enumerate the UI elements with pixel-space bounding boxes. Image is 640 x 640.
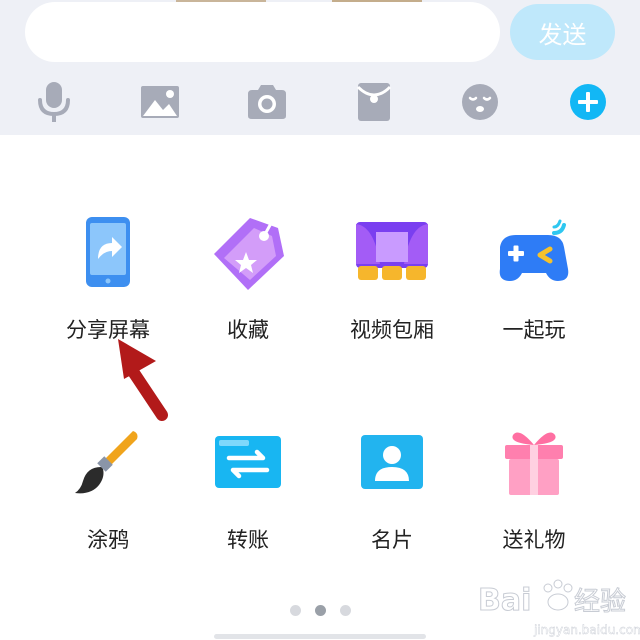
home-indicator (214, 634, 426, 639)
business-card-icon (352, 422, 432, 502)
red-packet-icon[interactable] (352, 80, 396, 124)
microphone-icon[interactable] (32, 80, 76, 124)
grid-item-label: 视频包厢 (350, 318, 434, 342)
grid-item-label: 送礼物 (502, 528, 566, 552)
page-dot[interactable] (339, 605, 351, 616)
baidu-jingyan-watermark: Bai 经验 jingyan.baidu.com (478, 579, 640, 637)
grid-item-business-card[interactable]: 名片 (322, 422, 462, 572)
send-button[interactable]: 发送 (510, 4, 615, 60)
grid-item-label: 名片 (371, 528, 413, 552)
watermark-brand-cn: 经验 (574, 587, 626, 617)
transfer-icon (208, 422, 288, 502)
grid-item-label: 涂鸦 (87, 528, 129, 552)
watermark-brand: Bai (478, 583, 531, 618)
gamepad-icon (494, 212, 574, 292)
gift-icon (494, 422, 574, 502)
grid-item-doodle[interactable]: 涂鸦 (38, 422, 178, 572)
message-input[interactable] (25, 2, 500, 62)
video-box-icon (352, 212, 432, 292)
grid-item-send-gift[interactable]: 送礼物 (464, 422, 604, 572)
watermark-url: jingyan.baidu.com (533, 623, 640, 637)
grid-item-label: 收藏 (227, 318, 269, 342)
page-dot-active[interactable] (314, 605, 326, 616)
camera-icon[interactable] (245, 80, 289, 124)
brush-icon (68, 422, 148, 502)
annotation-arrow (118, 339, 168, 421)
share-screen-icon (68, 212, 148, 292)
grid-item-label: 转账 (227, 528, 269, 552)
grid-item-label: 一起玩 (502, 318, 566, 342)
page-dot[interactable] (289, 605, 301, 616)
grid-item-video-box[interactable]: 视频包厢 (322, 212, 462, 362)
grid-item-play-together[interactable]: 一起玩 (464, 212, 604, 362)
emoji-icon[interactable] (458, 80, 502, 124)
favorites-icon (208, 212, 288, 292)
grid-item-transfer[interactable]: 转账 (178, 422, 318, 572)
plus-icon[interactable] (566, 80, 610, 124)
image-icon[interactable] (138, 80, 182, 124)
